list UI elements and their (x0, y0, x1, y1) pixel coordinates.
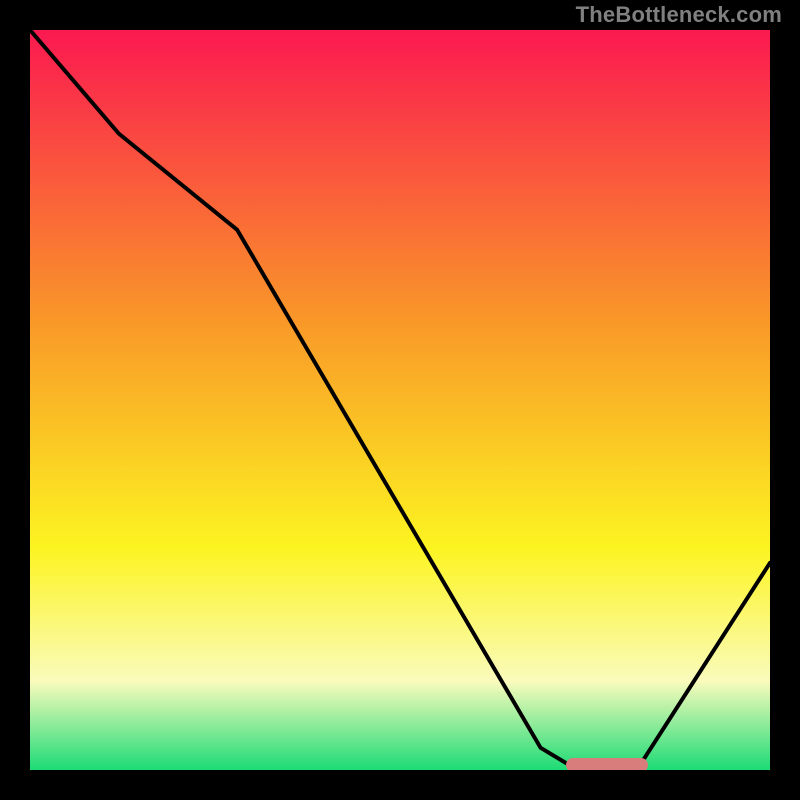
plot-svg (30, 30, 770, 770)
optimum-range-marker (566, 758, 648, 772)
gradient-background (30, 30, 770, 770)
attribution-watermark: TheBottleneck.com (576, 2, 782, 28)
chart-frame: TheBottleneck.com (0, 0, 800, 800)
plot-area (28, 28, 772, 772)
